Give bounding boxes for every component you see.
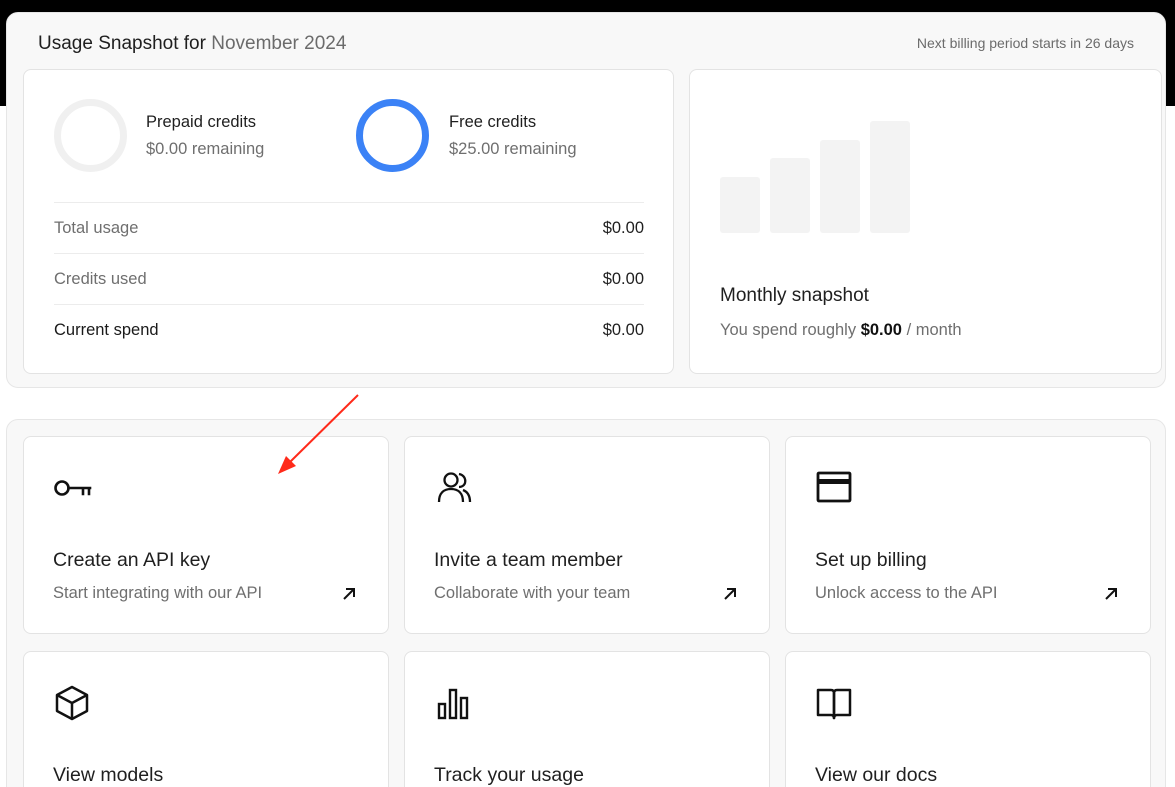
credits-used-row: Credits used $0.00 [54,253,644,304]
prepaid-credits-label: Prepaid credits [146,113,257,131]
monthly-snapshot-title: Monthly snapshot [720,285,869,306]
placeholder-bar-3 [820,140,860,233]
view-docs-title: View our docs [815,764,938,786]
invite-team-member-card[interactable]: Invite a team member Collaborate with yo… [404,436,770,634]
arrow-up-right-icon [1105,588,1117,600]
current-spend-label: Current spend [54,320,159,339]
key-icon [54,480,92,496]
create-api-key-subtitle: Start integrating with our API [53,584,263,602]
bar-chart-icon [437,688,469,720]
current-spend-row: Current spend $0.00 [54,304,644,355]
view-models-card[interactable]: View models [23,651,389,787]
usage-snapshot-panel: Usage Snapshot for November 2024 Next bi… [6,12,1166,388]
view-docs-card[interactable]: View our docs [785,651,1151,787]
credits-card: Prepaid credits $0.00 remaining Free cre… [23,69,674,374]
monthly-spend-text: You spend roughly $0.00 / month [720,321,962,340]
total-usage-row: Total usage $0.00 [54,202,644,253]
cube-icon [55,685,89,721]
credits-used-value: $0.00 [602,269,644,288]
arrow-up-right-icon [724,588,736,600]
free-credits-ring [356,99,429,172]
placeholder-bar-2 [770,158,810,233]
book-icon [816,688,852,720]
total-usage-label: Total usage [54,218,139,237]
placeholder-bar-4 [870,121,910,233]
current-spend-value: $0.00 [602,320,644,339]
set-up-billing-subtitle: Unlock access to the API [815,584,998,602]
placeholder-bar-1 [720,177,760,233]
billing-period-note: Next billing period starts in 26 days [916,35,1134,51]
prepaid-credits-remaining: $0.00 remaining [146,140,265,158]
snapshot-title: Usage Snapshot for November 2024 [38,33,346,55]
set-up-billing-title: Set up billing [815,549,927,571]
monthly-spend-suffix: / month [906,321,962,339]
track-usage-title: Track your usage [434,764,584,786]
set-up-billing-card[interactable]: Set up billing Unlock access to the API [785,436,1151,634]
credit-card-icon [816,471,852,503]
prepaid-credits-ring [54,99,127,172]
invite-team-member-title: Invite a team member [434,549,623,571]
monthly-spend-amount: $0.00 [860,321,902,339]
invite-team-member-subtitle: Collaborate with your team [434,584,631,602]
credits-used-label: Credits used [54,269,147,288]
total-usage-value: $0.00 [602,218,644,237]
free-credits-remaining: $25.00 remaining [449,140,577,158]
snapshot-month: November 2024 [211,33,347,54]
arrow-up-right-icon [343,588,355,600]
view-models-title: View models [53,764,164,786]
quick-actions-panel: Create an API key Start integrating with… [6,419,1166,787]
monthly-spend-prefix: You spend roughly [720,321,857,339]
monthly-snapshot-card: Monthly snapshot You spend roughly $0.00… [689,69,1162,374]
snapshot-title-prefix: Usage Snapshot for [38,33,206,54]
create-api-key-card[interactable]: Create an API key Start integrating with… [23,436,389,634]
track-usage-card[interactable]: Track your usage [404,651,770,787]
create-api-key-title: Create an API key [53,549,211,571]
free-credits-label: Free credits [449,113,537,131]
users-icon [437,472,472,503]
